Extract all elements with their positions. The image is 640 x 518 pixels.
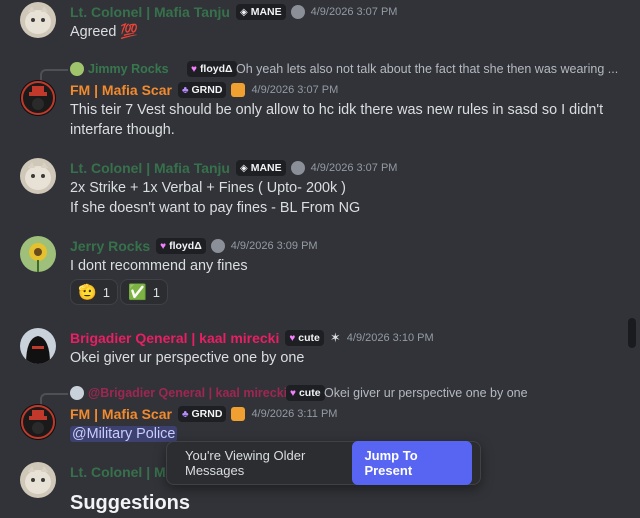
message-5: Brigadier Qeneral | kaal mirecki ♥ cute ✶… bbox=[70, 328, 620, 368]
message-text: Okei giver ur perspective one by one bbox=[70, 350, 305, 366]
message-3: Lt. Colonel | Mafia Tanju ◈ MANE 4/9/2026… bbox=[70, 158, 620, 218]
heart-icon: ♥ bbox=[289, 332, 296, 344]
avatar-hat[interactable] bbox=[20, 80, 56, 116]
avatar-cat[interactable] bbox=[20, 158, 56, 194]
author-name[interactable]: FM | Mafia Scar bbox=[70, 406, 172, 422]
timestamp: 4/9/2026 3:10 PM bbox=[346, 332, 434, 344]
heart-icon: ♥ bbox=[191, 63, 197, 75]
message-text-line: interfare though. bbox=[70, 122, 175, 138]
reply-author[interactable]: Jimmy Rocks bbox=[88, 62, 169, 76]
message-text-line: If she doesn't want to pay fines - BL Fr… bbox=[70, 200, 361, 216]
reaction-salute[interactable]: 🫡 1 bbox=[70, 279, 118, 305]
badge-icon bbox=[210, 239, 225, 253]
message-text-line: This teir 7 Vest should be only allow to… bbox=[70, 102, 604, 118]
avatar-hat[interactable] bbox=[20, 404, 56, 440]
message-1: Lt. Colonel | Mafia Tanju ◈ MANE 4/9/2026… bbox=[70, 2, 620, 42]
author-name[interactable]: FM | Mafia Scar bbox=[70, 82, 172, 98]
role-mention[interactable]: @Military Police bbox=[70, 426, 178, 442]
diamond-move-icon: ◈ bbox=[240, 6, 248, 18]
badge-icon bbox=[290, 161, 305, 175]
server-tag[interactable]: ◈ MANE bbox=[236, 160, 286, 176]
check-emoji-icon: ✅ bbox=[128, 284, 147, 301]
reply-preview[interactable]: Jimmy Rocks ♥ floydΔ Oh yeah lets also no… bbox=[40, 60, 620, 83]
reaction-count: 1 bbox=[152, 284, 160, 300]
author-name[interactable]: Jerry Rocks bbox=[70, 238, 150, 254]
lock-icon bbox=[231, 83, 246, 97]
reply-preview[interactable]: @Brigadier Qeneral | kaal mirecki ♥ cute … bbox=[40, 384, 620, 407]
timestamp: 4/9/2026 3:11 PM bbox=[251, 408, 338, 420]
author-name[interactable]: Lt. Colonel | Mafia Tanju bbox=[70, 160, 230, 176]
server-tag[interactable]: ♥ floydΔ bbox=[156, 238, 206, 254]
jump-to-present-button[interactable]: Jump To Present bbox=[352, 441, 472, 485]
server-tag[interactable]: ♥ cute bbox=[285, 330, 324, 346]
flame-icon: ♣ bbox=[181, 408, 189, 420]
reply-tag: ♥ cute bbox=[286, 385, 325, 401]
message-text: I dont recommend any fines bbox=[70, 258, 248, 274]
avatar-sunflower[interactable] bbox=[20, 236, 56, 272]
timestamp: 4/9/2026 3:07 PM bbox=[310, 6, 398, 18]
reply-tag: ♥ floydΔ bbox=[187, 61, 237, 77]
avatar-cat[interactable] bbox=[20, 2, 56, 38]
avatar-hooded[interactable] bbox=[20, 328, 56, 364]
sparkle-icon: ✶ bbox=[329, 330, 341, 345]
heart-icon: ♥ bbox=[290, 387, 296, 399]
diamond-move-icon: ◈ bbox=[240, 162, 248, 174]
embed-title: Suggestions bbox=[70, 492, 191, 514]
heart-icon: ♥ bbox=[160, 240, 167, 252]
server-tag[interactable]: ◈ MANE bbox=[236, 4, 286, 20]
message-text-line: 2x Strike + 1x Verbal + Fines ( Upto- 20… bbox=[70, 180, 346, 196]
timestamp: 4/9/2026 3:07 PM bbox=[310, 162, 398, 174]
older-messages-label: You're Viewing Older Messages bbox=[185, 448, 306, 478]
author-name[interactable]: Lt. Colonel | Ma bbox=[70, 464, 173, 480]
message-text: Agreed 💯 bbox=[70, 24, 139, 40]
scrollbar-thumb[interactable] bbox=[628, 318, 636, 348]
reply-text: Okei giver ur perspective one by one bbox=[324, 386, 528, 400]
badge-icon bbox=[290, 5, 305, 19]
message-list: Lt. Colonel | Mafia Tanju ◈ MANE 4/9/2026… bbox=[0, 0, 640, 518]
reaction-count: 1 bbox=[102, 284, 110, 300]
reaction-check[interactable]: ✅ 1 bbox=[120, 279, 168, 305]
timestamp: 4/9/2026 3:07 PM bbox=[251, 84, 339, 96]
reply-author[interactable]: @Brigadier Qeneral | kaal mirecki bbox=[88, 386, 287, 400]
reply-avatar bbox=[70, 62, 84, 76]
lock-icon bbox=[231, 407, 246, 421]
flame-icon: ♣ bbox=[181, 84, 189, 96]
message-6: FM | Mafia Scar ♣ GRND 4/9/2026 3:11 PM @… bbox=[70, 404, 620, 444]
reply-text: Oh yeah lets also not talk about the fac… bbox=[236, 62, 619, 76]
message-2: FM | Mafia Scar ♣ GRND 4/9/2026 3:07 PM T… bbox=[70, 80, 620, 140]
older-messages-bar: You're Viewing Older Messages Jump To Pr… bbox=[166, 441, 481, 485]
avatar-cat[interactable] bbox=[20, 462, 56, 498]
salute-emoji-icon: 🫡 bbox=[78, 284, 97, 301]
reply-avatar bbox=[70, 386, 84, 400]
timestamp: 4/9/2026 3:09 PM bbox=[230, 240, 318, 252]
message-4: Jerry Rocks ♥ floydΔ 4/9/2026 3:09 PM I d… bbox=[70, 236, 620, 276]
server-tag[interactable]: ♣ GRND bbox=[177, 406, 227, 422]
author-name[interactable]: Lt. Colonel | Mafia Tanju bbox=[70, 4, 230, 20]
author-name[interactable]: Brigadier Qeneral | kaal mirecki bbox=[70, 330, 279, 346]
server-tag[interactable]: ♣ GRND bbox=[177, 82, 227, 98]
